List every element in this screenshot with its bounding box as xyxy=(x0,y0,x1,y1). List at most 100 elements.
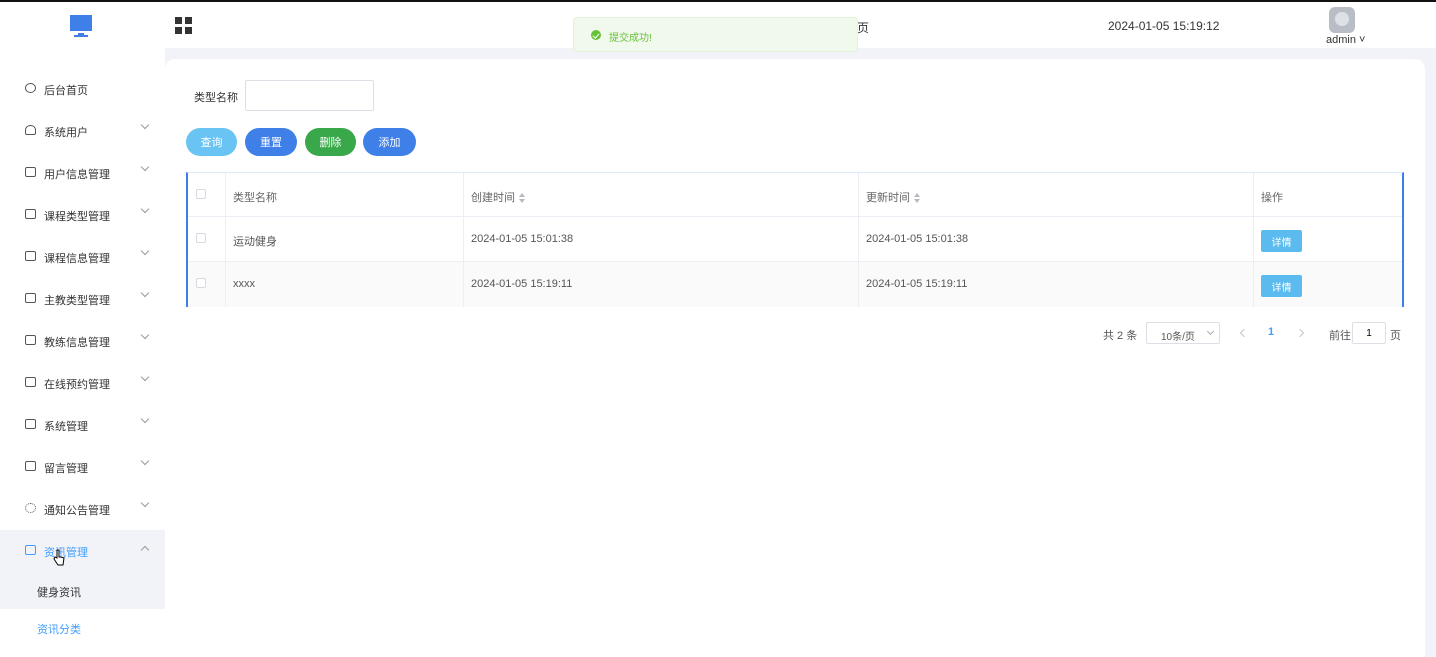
list-icon xyxy=(25,209,36,219)
sort-icon[interactable] xyxy=(914,193,922,204)
sidebar-item-course-type[interactable]: 课程类型管理 xyxy=(0,194,165,236)
menu-grid-icon[interactable] xyxy=(175,17,192,34)
page-size-value: 10条/页 xyxy=(1161,332,1195,343)
chevron-down-icon xyxy=(140,162,150,172)
sidebar-subitem-label: 健身资讯 xyxy=(37,587,81,599)
success-toast: 提交成功! xyxy=(573,17,858,52)
cell-created: 2024-01-05 15:19:11 xyxy=(471,278,573,290)
list-icon xyxy=(25,293,36,303)
news-icon xyxy=(25,545,36,555)
sidebar-item-notices[interactable]: 通知公告管理 xyxy=(0,488,165,530)
sidebar-item-course-info[interactable]: 课程信息管理 xyxy=(0,236,165,278)
cell-type-name: 运动健身 xyxy=(233,236,277,248)
reset-button[interactable]: 重置 xyxy=(245,128,297,156)
column-header-updated[interactable]: 更新时间 xyxy=(866,189,922,205)
folder-icon xyxy=(25,461,36,471)
hand-cursor-icon xyxy=(53,549,65,566)
sidebar-item-label: 在线预约管理 xyxy=(44,379,110,391)
sidebar-item-label: 系统用户 xyxy=(44,127,88,139)
table-row: xxxx 2024-01-05 15:19:11 2024-01-05 15:1… xyxy=(188,262,1402,307)
chevron-down-icon xyxy=(1206,327,1215,336)
header-fragment-text: 页 xyxy=(857,21,870,35)
sidebar-item-label: 主教类型管理 xyxy=(44,295,110,307)
list-icon xyxy=(25,251,36,261)
sidebar-subitem-news-category[interactable]: 资讯分类 xyxy=(0,609,165,646)
page-suffix-label: 页 xyxy=(1390,330,1401,342)
chevron-down-icon xyxy=(140,204,150,214)
sidebar-item-coach-type[interactable]: 主教类型管理 xyxy=(0,278,165,320)
type-name-search-input[interactable] xyxy=(245,80,374,111)
cell-type-name: xxxx xyxy=(233,278,255,290)
list-icon xyxy=(25,335,36,345)
cell-created: 2024-01-05 15:01:38 xyxy=(471,233,574,245)
sidebar-subitem-label: 资讯分类 xyxy=(37,624,81,636)
select-all-checkbox[interactable] xyxy=(196,189,206,199)
prev-page-icon[interactable] xyxy=(1238,327,1248,339)
sidebar-item-coach-info[interactable]: 教练信息管理 xyxy=(0,320,165,362)
avatar[interactable] xyxy=(1329,7,1355,33)
sidebar-item-label: 资讯管理 xyxy=(44,547,88,559)
data-table: 类型名称 创建时间 更新时间 操作 运动健身 2024-01-05 15:01:… xyxy=(186,172,1404,307)
sidebar-item-label: 课程类型管理 xyxy=(44,211,110,223)
list-icon xyxy=(25,167,36,177)
user-icon xyxy=(25,125,36,135)
pagination-total: 共 2 条 xyxy=(1103,330,1138,342)
page-size-select[interactable]: 10条/页 xyxy=(1146,322,1220,344)
chevron-up-icon xyxy=(140,545,150,555)
sidebar-item-system-admin[interactable]: 系统管理 xyxy=(0,404,165,446)
detail-button[interactable]: 详情 xyxy=(1261,230,1302,252)
pagination: 共 2 条 10条/页 1 前往 页 xyxy=(165,322,1425,344)
table-header-row: 类型名称 创建时间 更新时间 操作 xyxy=(188,173,1402,217)
query-button[interactable]: 查询 xyxy=(186,128,237,156)
chevron-down-icon xyxy=(140,372,150,382)
dashboard-icon xyxy=(25,83,36,93)
sidebar-item-label: 用户信息管理 xyxy=(44,169,110,181)
toast-message: 提交成功! xyxy=(609,33,652,44)
sidebar-item-messages[interactable]: 留言管理 xyxy=(0,446,165,488)
column-header-created[interactable]: 创建时间 xyxy=(471,189,527,205)
sidebar-item-label: 课程信息管理 xyxy=(44,253,110,265)
sidebar-item-label: 通知公告管理 xyxy=(44,505,110,517)
chevron-down-icon xyxy=(140,330,150,340)
user-menu[interactable]: admin ˅ xyxy=(1326,34,1365,46)
table-row: 运动健身 2024-01-05 15:01:38 2024-01-05 15:0… xyxy=(188,217,1402,262)
add-button[interactable]: 添加 xyxy=(363,128,416,156)
chevron-down-icon xyxy=(140,120,150,130)
next-page-icon[interactable] xyxy=(1297,327,1307,339)
sidebar-item-news[interactable]: 资讯管理 xyxy=(0,530,165,572)
chevron-down-icon xyxy=(140,456,150,466)
goto-page-input[interactable] xyxy=(1352,322,1386,344)
chevron-down-icon xyxy=(140,498,150,508)
goto-label: 前往 xyxy=(1329,330,1351,342)
current-page-number[interactable]: 1 xyxy=(1268,326,1274,338)
sort-icon[interactable] xyxy=(519,193,527,204)
calendar-icon xyxy=(25,377,36,387)
column-header-actions: 操作 xyxy=(1261,192,1283,204)
sidebar-item-label: 教练信息管理 xyxy=(44,337,110,349)
username: admin xyxy=(1326,34,1356,46)
cell-updated: 2024-01-05 15:19:11 xyxy=(866,278,968,290)
folder-icon xyxy=(25,419,36,429)
main-panel: 类型名称 查询 重置 删除 添加 类型名称 创建时间 更新时间 操作 运动健身 … xyxy=(165,59,1425,657)
sidebar-item-system-users[interactable]: 系统用户 xyxy=(0,110,165,152)
detail-button[interactable]: 详情 xyxy=(1261,275,1302,297)
monitor-logo-icon[interactable] xyxy=(69,14,93,38)
sidebar-subitem-fitness-news[interactable]: 健身资讯 xyxy=(0,572,165,609)
header-datetime: 2024-01-05 15:19:12 xyxy=(1108,19,1220,33)
search-label: 类型名称 xyxy=(194,92,238,104)
loading-icon xyxy=(25,503,36,513)
sidebar-item-label: 系统管理 xyxy=(44,421,88,433)
sidebar-item-booking[interactable]: 在线预约管理 xyxy=(0,362,165,404)
row-checkbox[interactable] xyxy=(196,278,206,288)
sidebar-item-label: 留言管理 xyxy=(44,463,88,475)
sidebar: 后台首页 系统用户 用户信息管理 课程类型管理 课程信息管理 主教类型管理 教练… xyxy=(0,48,165,657)
chevron-down-icon xyxy=(140,414,150,424)
sidebar-item-dashboard[interactable]: 后台首页 xyxy=(0,68,165,110)
cell-updated: 2024-01-05 15:01:38 xyxy=(866,233,969,245)
chevron-down-icon xyxy=(140,288,150,298)
delete-button[interactable]: 删除 xyxy=(305,128,356,156)
sidebar-item-label: 后台首页 xyxy=(44,85,88,97)
sidebar-item-user-info[interactable]: 用户信息管理 xyxy=(0,152,165,194)
chevron-down-icon xyxy=(140,246,150,256)
row-checkbox[interactable] xyxy=(196,233,206,243)
